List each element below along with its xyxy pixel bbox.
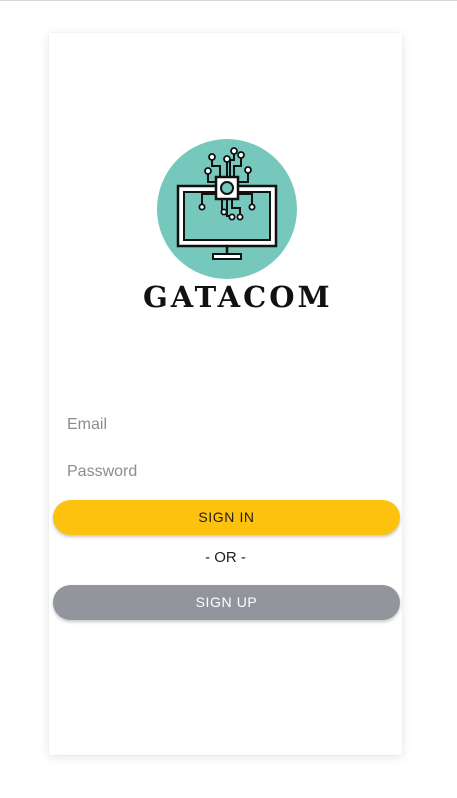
- password-field[interactable]: [52, 455, 400, 489]
- login-card: GATACOM SIGN IN - OR - SIGN UP: [49, 33, 402, 755]
- brand-logo: GATACOM: [143, 135, 333, 325]
- brand-name: GATACOM: [143, 280, 333, 314]
- top-divider: [0, 0, 457, 1]
- or-separator: - OR -: [205, 549, 246, 566]
- email-field[interactable]: [52, 408, 400, 442]
- sign-in-button[interactable]: SIGN IN: [53, 500, 400, 535]
- sign-up-button[interactable]: SIGN UP: [53, 585, 400, 620]
- computer-circuit-logo-icon: [157, 139, 297, 279]
